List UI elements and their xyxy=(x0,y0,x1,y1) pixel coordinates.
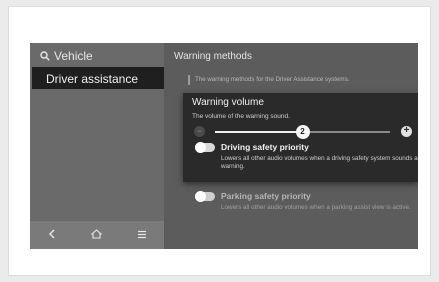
sidebar-item-driver-assistance[interactable]: Driver assistance xyxy=(32,67,164,89)
home-button[interactable] xyxy=(85,225,109,245)
home-icon xyxy=(91,226,103,244)
driving-safety-label: Driving safety priority xyxy=(221,142,309,152)
search-icon xyxy=(40,51,50,61)
sidebar-item-label: Driver assistance xyxy=(46,72,139,86)
bottom-nav-bar xyxy=(30,221,164,249)
menu-button[interactable] xyxy=(130,225,154,245)
volume-slider-fill xyxy=(215,131,303,133)
page-title: Warning methods xyxy=(174,51,252,62)
menu-icon xyxy=(137,226,147,244)
volume-increase-button[interactable]: + xyxy=(401,126,412,137)
sidebar: Vehicle Driver assistance xyxy=(30,43,164,249)
page-description: The warning methods for the Driver Assis… xyxy=(188,75,349,85)
volume-slider-knob[interactable]: 2 xyxy=(295,125,310,139)
driving-safety-description: Lowers all other audio volumes when a dr… xyxy=(221,155,418,170)
sidebar-vehicle-search[interactable]: Vehicle xyxy=(40,49,93,63)
volume-decrease-button[interactable]: − xyxy=(194,126,205,137)
warning-volume-subtitle: The volume of the warning sound. xyxy=(192,113,290,120)
infotainment-screen: Vehicle Driver assistance Warning method… xyxy=(30,43,418,249)
warning-volume-popup: Warning volume The volume of the warning… xyxy=(183,93,418,182)
parking-safety-toggle[interactable] xyxy=(195,191,215,202)
back-icon xyxy=(48,226,56,244)
volume-slider[interactable]: 2 xyxy=(215,125,390,139)
toggle-knob xyxy=(195,191,206,202)
driving-safety-toggle[interactable] xyxy=(195,142,215,153)
back-button[interactable] xyxy=(40,225,64,245)
parking-safety-label: Parking safety priority xyxy=(221,191,311,201)
vehicle-label: Vehicle xyxy=(54,49,93,63)
toggle-knob xyxy=(195,142,206,153)
warning-volume-title: Warning volume xyxy=(192,97,264,108)
parking-safety-description: Lowers all other audio volumes when a pa… xyxy=(221,204,411,211)
